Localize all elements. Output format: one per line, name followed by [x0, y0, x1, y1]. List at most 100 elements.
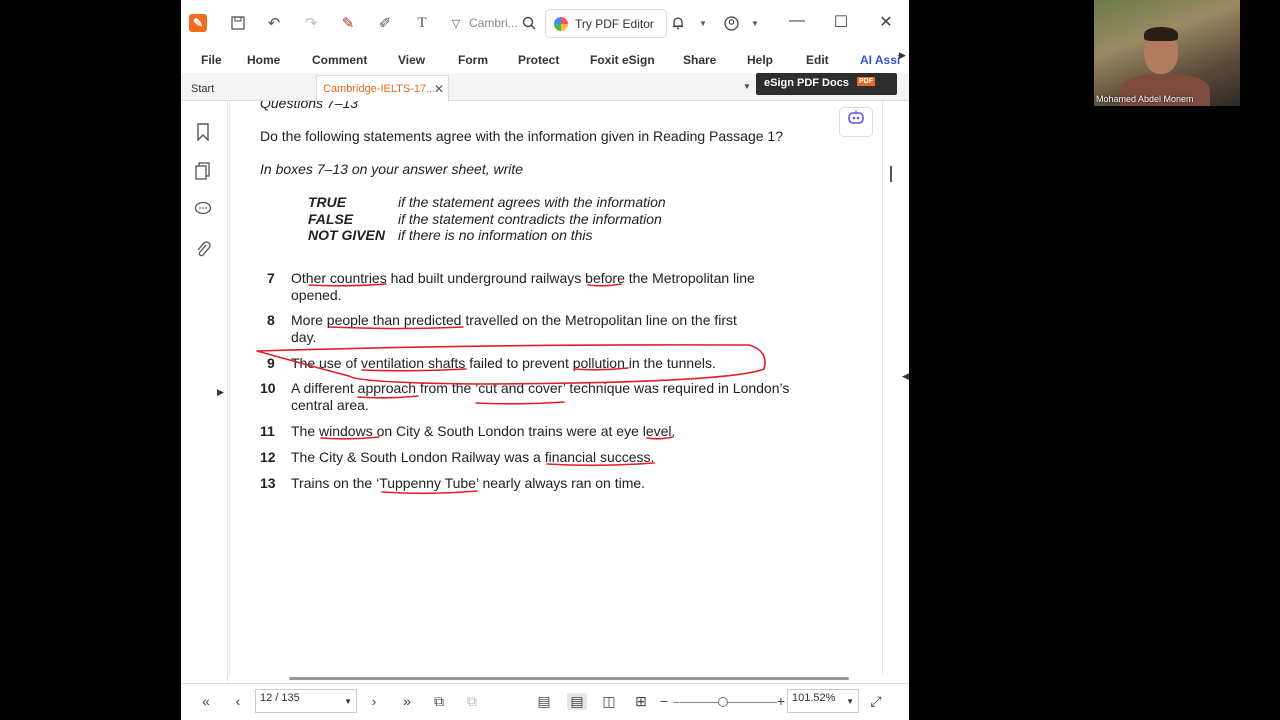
zoom-level-value: 101.52%: [792, 692, 836, 704]
first-page-icon[interactable]: «: [196, 693, 216, 709]
tab-list-dropdown-icon[interactable]: ▼: [743, 82, 751, 91]
expand-sidebar-icon[interactable]: ▶: [217, 387, 224, 398]
page-edge: [229, 101, 230, 674]
question-number: 9: [267, 355, 275, 371]
maximize-icon[interactable]: ☐: [830, 12, 852, 32]
continuous-view-icon[interactable]: ▤: [567, 693, 587, 710]
notification-dropdown-icon[interactable]: ▼: [692, 12, 714, 34]
question-line-1: More people than predicted travelled on …: [291, 312, 737, 328]
comments-panel-icon[interactable]: [192, 201, 214, 223]
next-page-icon[interactable]: ›: [364, 693, 384, 709]
legend-key-true: TRUE: [308, 194, 347, 210]
menu-ai-assistant[interactable]: AI Assi: [860, 53, 900, 67]
menu-share[interactable]: Share: [683, 53, 716, 67]
close-window-icon[interactable]: ✕: [875, 12, 897, 32]
text-tool-icon[interactable]: T: [411, 12, 433, 34]
search-icon[interactable]: [518, 12, 540, 34]
legend-key-false: FALSE: [308, 211, 354, 227]
legend-key-not-given: NOT GIVEN: [308, 227, 386, 243]
minimize-icon[interactable]: —: [786, 12, 808, 30]
foxit-logo-icon: ✎: [189, 14, 207, 32]
instruction-text: Do the following statements agree with t…: [260, 128, 783, 144]
status-bar: « ‹ 12 / 135 ▼ › » ⧉ ⧉ ▤ ▤ ◫ ⊞ − + 101.5…: [181, 683, 909, 720]
pen-tool-icon[interactable]: ✎: [337, 12, 359, 34]
left-sidebar: ▶: [181, 101, 228, 681]
pdf-mark: PDF: [857, 77, 875, 86]
menu-help[interactable]: Help: [747, 53, 773, 67]
ai-assistant-icon[interactable]: [839, 107, 873, 137]
facing-view-icon[interactable]: ◫: [599, 693, 619, 710]
question-line-1: The City & South London Railway was a fi…: [291, 449, 655, 465]
question-number: 13: [260, 475, 276, 491]
doc-title-short: Cambri...: [469, 16, 518, 30]
tab-document-label: Cambridge-IELTS-17...: [323, 83, 436, 95]
try-pdf-editor-label: Try PDF Editor: [575, 16, 654, 31]
question-number: 8: [267, 312, 275, 328]
page-dropdown-icon[interactable]: ▼: [344, 697, 352, 706]
right-rail: ◀: [882, 101, 909, 674]
question-text: Trains on the ‘Tuppenny Tube’ nearly alw…: [291, 475, 645, 492]
question-line-2: opened.: [291, 287, 342, 303]
menu-file[interactable]: File: [201, 53, 222, 67]
zoom-slider-thumb[interactable]: [718, 697, 728, 707]
single-page-view-icon[interactable]: ▤: [534, 693, 554, 710]
pdf-editor-flower-icon: [554, 16, 568, 31]
question-line-2: central area.: [291, 397, 369, 413]
question-text: The use of ventilation shafts failed to …: [291, 355, 716, 372]
esign-pdf-docs-banner[interactable]: eSign PDF Docs PDF: [756, 73, 897, 95]
menu-view[interactable]: View: [398, 53, 425, 67]
menu-home[interactable]: Home: [247, 53, 280, 67]
menu-form[interactable]: Form: [458, 53, 488, 67]
zoom-level-input[interactable]: 101.52% ▼: [787, 689, 859, 713]
subinstruction-text: In boxes 7–13 on your answer sheet, writ…: [260, 161, 524, 177]
last-page-icon[interactable]: »: [397, 693, 417, 709]
pages-thumbnail-icon[interactable]: [192, 162, 214, 184]
zoom-out-icon[interactable]: −: [654, 693, 674, 709]
close-tab-icon[interactable]: ✕: [434, 82, 444, 96]
menu-edit[interactable]: Edit: [806, 53, 829, 67]
question-line-1: Trains on the ‘Tuppenny Tube’ nearly alw…: [291, 475, 646, 491]
presenter-name: Mohamed Abdel Monem: [1096, 94, 1194, 104]
pdf-reader-window: ✎ ↶ ↷ ✎ ✐ T ▽ Cambri... Try PDF Editor ▼…: [181, 0, 909, 720]
attachment-icon[interactable]: [192, 241, 214, 263]
question-line-1: A different approach from the ‘cut and c…: [291, 380, 790, 396]
collapse-right-panel-icon[interactable]: ◀: [902, 371, 909, 382]
continuous-facing-view-icon[interactable]: ⊞: [631, 693, 651, 710]
account-dropdown-icon[interactable]: ▼: [744, 12, 766, 34]
document-canvas[interactable]: Questions 7–13 Do the following statemen…: [229, 101, 882, 674]
menu-comment[interactable]: Comment: [312, 53, 367, 67]
tab-bar: Start Cambridge-IELTS-17... ✕ ▼ eSign PD…: [181, 73, 909, 102]
bookmark-icon[interactable]: [192, 123, 214, 145]
fullscreen-icon[interactable]: ⤢: [866, 693, 886, 710]
previous-page-icon[interactable]: ‹: [228, 693, 248, 709]
rotate-page-icon[interactable]: ⧉: [429, 693, 449, 710]
tab-start[interactable]: Start: [181, 77, 315, 101]
question-line-1: The windows on City & South London train…: [291, 423, 676, 439]
try-pdf-editor-button[interactable]: Try PDF Editor: [545, 9, 667, 38]
menu-protect[interactable]: Protect: [518, 53, 559, 67]
menu-scroll-right-icon[interactable]: ▶: [899, 50, 909, 68]
save-icon[interactable]: [227, 12, 249, 34]
question-text: A different approach from the ‘cut and c…: [291, 380, 789, 414]
question-number: 10: [260, 380, 276, 396]
vertical-scrollbar[interactable]: [890, 166, 892, 182]
question-number: 7: [267, 270, 275, 286]
page-number-value: 12 / 135: [260, 692, 300, 704]
redo-icon[interactable]: ↷: [300, 12, 322, 34]
question-text: More people than predicted travelled on …: [291, 312, 737, 346]
notification-bell-icon[interactable]: [667, 12, 689, 34]
zoom-dropdown-icon[interactable]: ▼: [846, 697, 854, 706]
horizontal-scrollbar[interactable]: [289, 677, 849, 680]
extract-page-icon[interactable]: ⧉: [462, 693, 482, 710]
presenter-hair: [1144, 27, 1178, 41]
account-icon[interactable]: [720, 12, 742, 34]
question-number: 11: [260, 423, 275, 439]
question-text: The windows on City & South London train…: [291, 423, 675, 440]
title-bar: ✎ ↶ ↷ ✎ ✐ T ▽ Cambri... Try PDF Editor ▼…: [181, 0, 909, 46]
filter-icon[interactable]: ▽: [445, 12, 467, 34]
page-number-input[interactable]: 12 / 135 ▼: [255, 689, 357, 713]
tab-document[interactable]: Cambridge-IELTS-17... ✕: [316, 75, 449, 102]
menu-foxit-esign[interactable]: Foxit eSign: [590, 53, 655, 67]
undo-icon[interactable]: ↶: [263, 12, 285, 34]
highlighter-icon[interactable]: ✐: [374, 12, 396, 34]
